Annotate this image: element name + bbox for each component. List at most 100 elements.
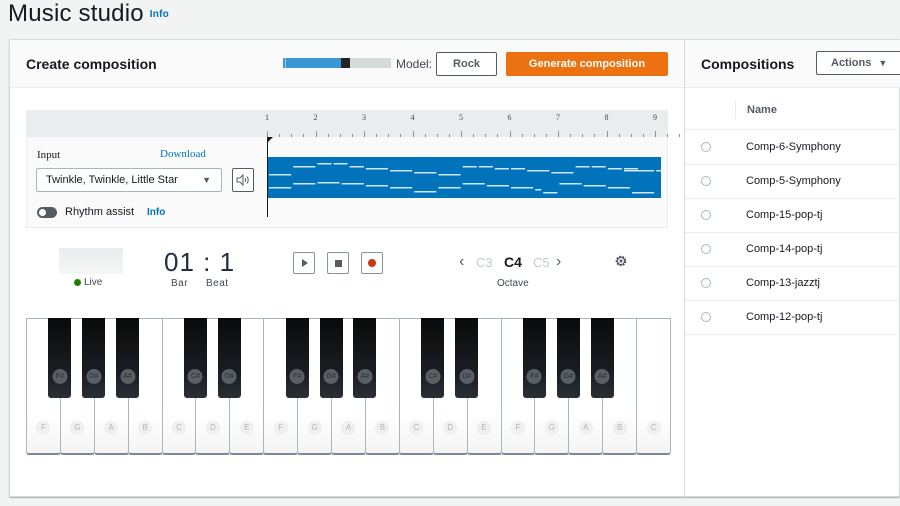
note-bar[interactable] <box>341 183 364 185</box>
rhythm-assist-info-link[interactable]: Info <box>147 207 165 218</box>
piano-roll-track[interactable] <box>268 157 661 198</box>
input-melody-select[interactable]: Twinkle, Twinkle, Little Star ▼ <box>36 168 222 192</box>
note-bar[interactable] <box>583 185 606 187</box>
composition-name[interactable]: Comp-14-pop-tj <box>746 243 822 255</box>
note-bar[interactable] <box>494 168 509 170</box>
note-bar[interactable] <box>591 166 606 168</box>
table-row[interactable]: Comp-12-pop-tj <box>685 301 900 335</box>
octave-prev-chevron-icon[interactable]: ‹ <box>459 253 464 271</box>
note-bar[interactable] <box>527 170 550 172</box>
note-bar[interactable] <box>462 166 477 168</box>
column-header-name[interactable]: Name <box>747 104 777 116</box>
composition-name[interactable]: Comp-15-pop-tj <box>746 209 822 221</box>
note-bar[interactable] <box>623 168 639 170</box>
composition-name[interactable]: Comp-6-Symphony <box>746 141 841 153</box>
note-bar[interactable] <box>575 166 590 168</box>
note-bar[interactable] <box>365 185 388 187</box>
octave-next-value[interactable]: C5 <box>533 255 550 270</box>
ruler-bar-number: 4 <box>410 113 415 122</box>
piano-black-key[interactable]: C# <box>183 318 207 398</box>
row-radio-button[interactable] <box>701 312 711 322</box>
piano-black-key[interactable]: F# <box>48 318 72 398</box>
piano-black-key[interactable]: C# <box>421 318 445 398</box>
gear-icon[interactable] <box>614 254 628 268</box>
actions-dropdown-button[interactable]: Actions ▼ <box>816 51 900 75</box>
table-row[interactable]: Comp-5-Symphony <box>685 165 900 199</box>
piano-black-key[interactable]: G# <box>556 318 580 398</box>
note-bar[interactable] <box>317 163 332 165</box>
key-label: G <box>544 421 559 435</box>
row-radio-button[interactable] <box>701 278 711 288</box>
piano-black-key[interactable]: D# <box>217 318 241 398</box>
bar-ruler[interactable]: 1 2 3 4 5 6 7 8 9 <box>265 111 681 137</box>
page-info-link[interactable]: Info <box>150 9 169 20</box>
note-bar[interactable] <box>333 163 348 165</box>
note-bar[interactable] <box>511 168 526 170</box>
key-label: A# <box>120 369 136 384</box>
note-bar[interactable] <box>269 174 292 176</box>
note-bar[interactable] <box>317 182 340 184</box>
note-bar[interactable] <box>511 187 534 189</box>
table-row[interactable]: Comp-13-jazztj <box>685 267 900 301</box>
ruler-bar-number: 3 <box>362 113 366 122</box>
preview-audio-button[interactable] <box>232 168 254 192</box>
note-bar[interactable] <box>607 168 622 170</box>
composition-name[interactable]: Comp-12-pop-tj <box>746 311 822 323</box>
row-radio-button[interactable] <box>701 210 711 220</box>
generate-composition-button[interactable]: Generate composition <box>506 52 668 76</box>
row-radio-button[interactable] <box>701 244 711 254</box>
piano-black-key[interactable]: A# <box>353 318 377 398</box>
note-bar[interactable] <box>656 170 661 172</box>
note-bar[interactable] <box>365 168 388 170</box>
note-bar[interactable] <box>414 191 437 193</box>
note-bar[interactable] <box>293 183 316 185</box>
piano-black-key[interactable]: A# <box>590 318 614 398</box>
piano-black-key[interactable]: G# <box>82 318 106 398</box>
note-bar[interactable] <box>478 166 493 168</box>
piano-black-key[interactable]: A# <box>116 318 140 398</box>
piano-white-key[interactable]: C <box>636 318 671 455</box>
note-bar[interactable] <box>535 189 542 191</box>
note-bar[interactable] <box>390 170 413 172</box>
model-select-button[interactable]: Rock <box>436 52 497 76</box>
piano-black-key[interactable]: F# <box>285 318 309 398</box>
ruler-bar-number: 7 <box>556 113 560 122</box>
note-bar[interactable] <box>269 187 292 189</box>
table-row[interactable]: Comp-14-pop-tj <box>685 233 900 267</box>
note-bar[interactable] <box>293 166 316 168</box>
rhythm-assist-toggle[interactable] <box>37 207 57 218</box>
note-bar[interactable] <box>486 185 509 187</box>
octave-next-chevron-icon[interactable]: › <box>556 253 561 271</box>
caret-down-icon: ▼ <box>202 175 211 185</box>
stop-button[interactable] <box>327 252 349 274</box>
table-row[interactable]: Comp-15-pop-tj <box>685 199 900 233</box>
piano-black-key[interactable]: F# <box>522 318 546 398</box>
note-bar[interactable] <box>632 192 655 194</box>
row-radio-button[interactable] <box>701 142 711 152</box>
note-bar[interactable] <box>438 174 461 176</box>
note-bar[interactable] <box>390 187 413 189</box>
note-bar[interactable] <box>543 192 558 194</box>
row-radio-button[interactable] <box>701 176 711 186</box>
note-bar[interactable] <box>414 172 437 174</box>
record-button[interactable] <box>361 252 383 274</box>
compositions-title: Compositions <box>701 56 795 72</box>
note-bar[interactable] <box>551 172 574 174</box>
play-button[interactable] <box>293 252 315 274</box>
key-label: F# <box>289 369 305 384</box>
ruler-tick <box>279 134 281 137</box>
note-bar[interactable] <box>607 187 630 189</box>
playhead-marker-icon[interactable] <box>267 137 273 143</box>
piano-black-key[interactable]: D# <box>455 318 479 398</box>
note-bar[interactable] <box>349 166 364 168</box>
piano-black-key[interactable]: G# <box>319 318 343 398</box>
octave-prev-value[interactable]: C3 <box>476 255 493 270</box>
composition-name[interactable]: Comp-13-jazztj <box>746 277 820 289</box>
table-row[interactable]: Comp-6-Symphony <box>685 131 900 165</box>
note-bar[interactable] <box>438 187 461 189</box>
download-link[interactable]: Download <box>160 148 206 160</box>
composition-name[interactable]: Comp-5-Symphony <box>746 175 841 187</box>
note-bar[interactable] <box>623 170 655 172</box>
note-bar[interactable] <box>462 183 485 185</box>
note-bar[interactable] <box>559 183 582 185</box>
